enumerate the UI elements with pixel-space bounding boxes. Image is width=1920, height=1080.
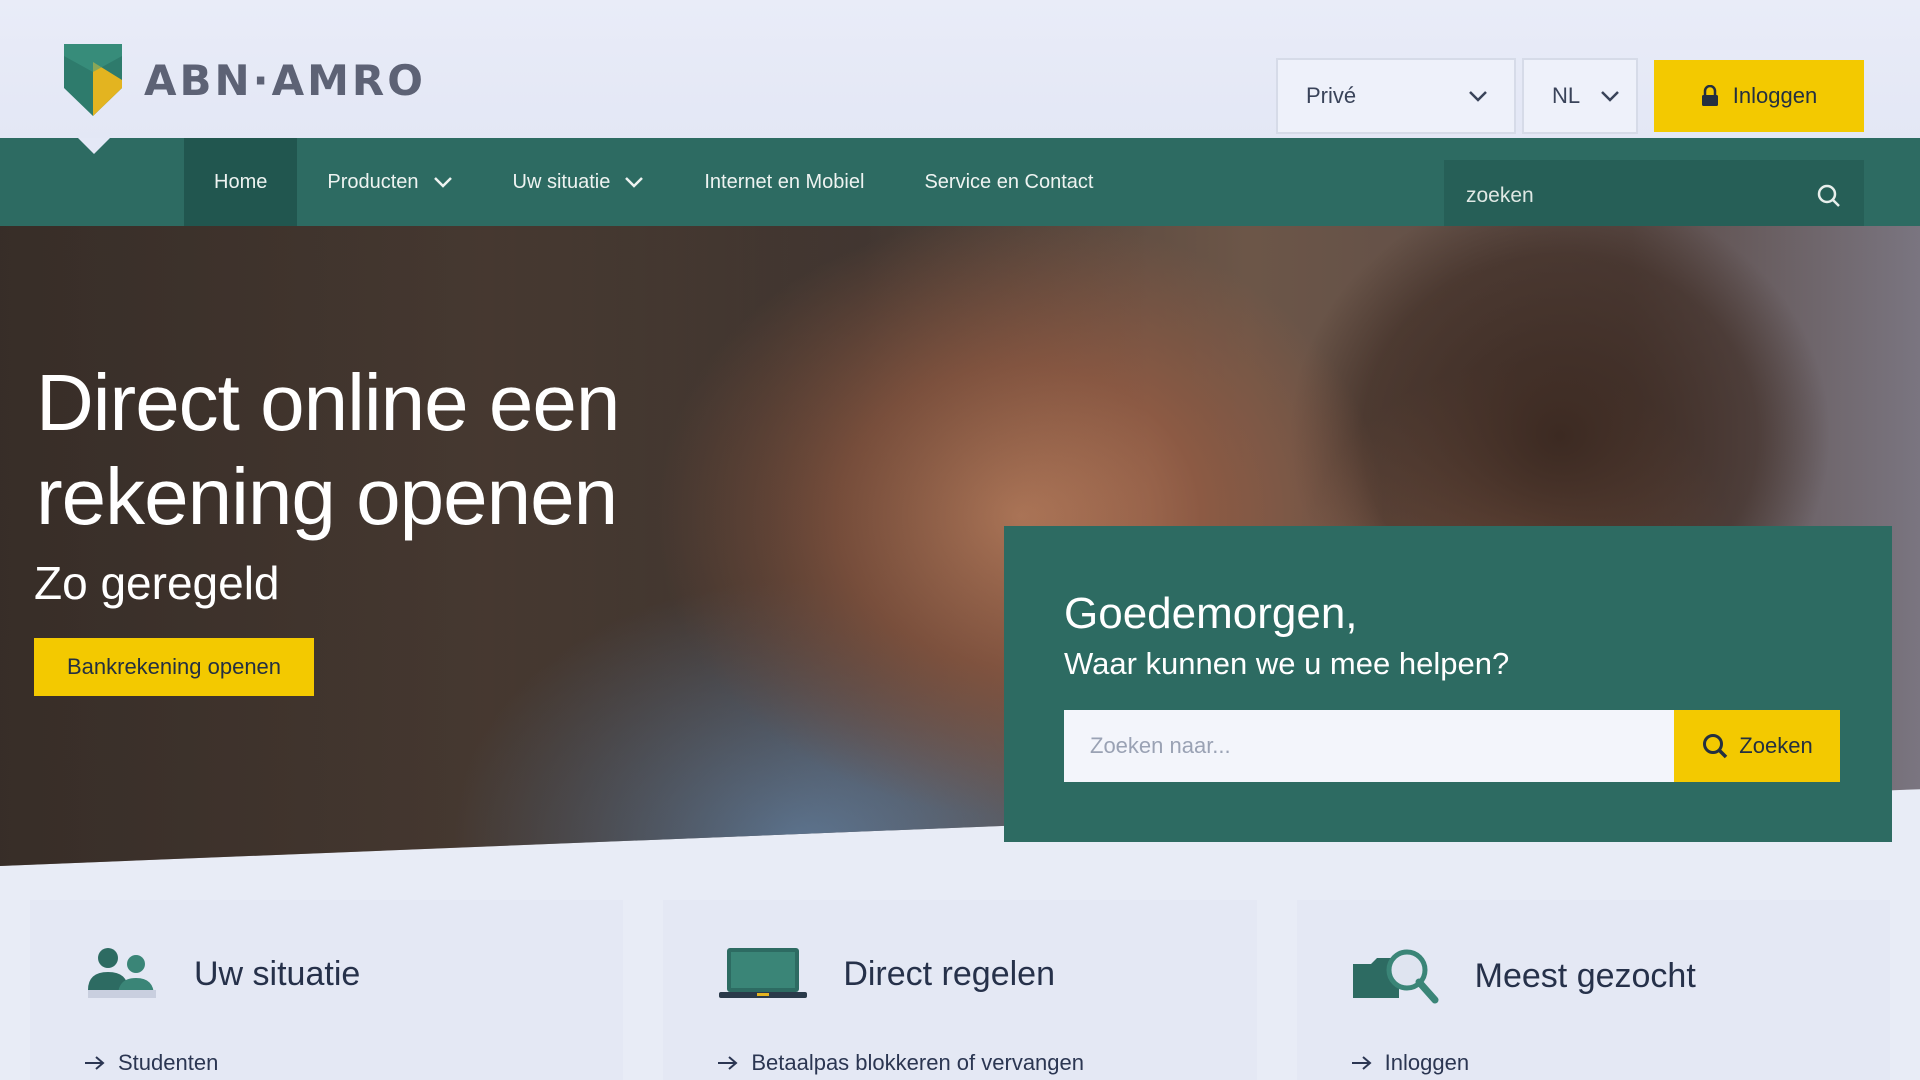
- laptop-icon: [719, 948, 808, 998]
- card-title: Uw situatie: [194, 954, 361, 993]
- people-icon: [88, 948, 156, 998]
- segment-select[interactable]: Privé: [1276, 58, 1516, 134]
- card-link-label: Studenten: [118, 1050, 219, 1075]
- chevron-down-icon: [1601, 91, 1619, 102]
- arrow-right-icon: [85, 1056, 105, 1070]
- help-question: Waar kunnen we u mee helpen?: [1064, 646, 1510, 681]
- card-link-label: Betaalpas blokkeren of vervangen: [751, 1050, 1084, 1075]
- hero-title: Direct online een rekening openen: [36, 358, 620, 541]
- chevron-down-icon: [625, 177, 644, 188]
- card-link-label: Inloggen: [1384, 1050, 1470, 1075]
- nav-item-service-en-contact[interactable]: Service en Contact: [894, 138, 1123, 226]
- help-panel: Goedemorgen, Waar kunnen we u mee helpen…: [1004, 526, 1892, 842]
- help-search-input[interactable]: [1064, 710, 1674, 782]
- nav-search-input[interactable]: [1466, 184, 1816, 208]
- magnifier-folder-icon: [1352, 949, 1439, 1004]
- nav-item-uw-situatie[interactable]: Uw situatie: [483, 138, 675, 226]
- site-header: ABN·AMRO Privé NL Inloggen: [0, 0, 1920, 140]
- arrow-right-icon: [1351, 1056, 1372, 1070]
- help-search-button-label: Zoeken: [1739, 733, 1813, 758]
- segment-select-value: Privé: [1306, 83, 1357, 108]
- card-uw-situatie: Uw situatie Studenten: [30, 900, 624, 1080]
- shield-logo-icon: [64, 44, 122, 116]
- chevron-down-icon: [433, 177, 452, 188]
- card-link-betaalpas[interactable]: Betaalpas blokkeren of vervangen: [717, 1050, 1084, 1076]
- help-search: Zoeken: [1064, 710, 1840, 782]
- quick-links-section: Uw situatie Studenten Direct regelen Bet…: [30, 900, 1890, 1080]
- card-header: Uw situatie: [84, 946, 623, 1002]
- card-direct-regelen: Direct regelen Betaalpas blokkeren of ve…: [663, 900, 1257, 1080]
- open-account-button[interactable]: Bankrekening openen: [34, 638, 314, 696]
- help-search-button[interactable]: Zoeken: [1674, 710, 1840, 782]
- help-greeting: Goedemorgen,: [1064, 589, 1358, 638]
- nav-item-label: Service en Contact: [924, 170, 1094, 193]
- nav-notch: [78, 138, 110, 154]
- abn-amro-logo[interactable]: ABN·AMRO: [62, 42, 426, 118]
- nav-item-label: Producten: [327, 170, 419, 193]
- nav-items: Home Producten Uw situatie Internet en M…: [184, 138, 1123, 226]
- language-select[interactable]: NL: [1522, 58, 1638, 134]
- main-navigation: Home Producten Uw situatie Internet en M…: [0, 138, 1920, 232]
- header-controls: Privé NL Inloggen: [1276, 58, 1864, 134]
- card-title: Meest gezocht: [1474, 956, 1696, 995]
- card-title: Direct regelen: [843, 954, 1055, 993]
- arrow-right-icon: [718, 1056, 738, 1070]
- card-link-inloggen[interactable]: Inloggen: [1351, 1050, 1469, 1076]
- brand-name: ABN·AMRO: [144, 55, 426, 105]
- card-link-studenten[interactable]: Studenten: [84, 1050, 218, 1076]
- nav-item-label: Internet en Mobiel: [704, 170, 865, 193]
- language-select-value: NL: [1552, 83, 1581, 108]
- lock-icon: [1701, 85, 1718, 106]
- login-button-label: Inloggen: [1732, 83, 1818, 108]
- nav-item-producten[interactable]: Producten: [297, 138, 482, 226]
- nav-item-label: Home: [214, 170, 268, 193]
- nav-item-home[interactable]: Home: [184, 138, 298, 226]
- card-header: Meest gezocht: [1351, 946, 1890, 1006]
- search-icon[interactable]: [1816, 183, 1842, 209]
- nav-item-label: Uw situatie: [512, 170, 611, 193]
- hero-subtitle: Zo geregeld: [34, 557, 280, 609]
- login-button[interactable]: Inloggen: [1654, 60, 1864, 132]
- chevron-down-icon: [1469, 91, 1487, 102]
- nav-item-internet-en-mobiel[interactable]: Internet en Mobiel: [674, 138, 894, 226]
- search-icon: [1703, 734, 1728, 759]
- card-header: Direct regelen: [717, 946, 1256, 1002]
- card-meest-gezocht: Meest gezocht Inloggen: [1296, 900, 1890, 1080]
- nav-search-box: [1444, 160, 1864, 232]
